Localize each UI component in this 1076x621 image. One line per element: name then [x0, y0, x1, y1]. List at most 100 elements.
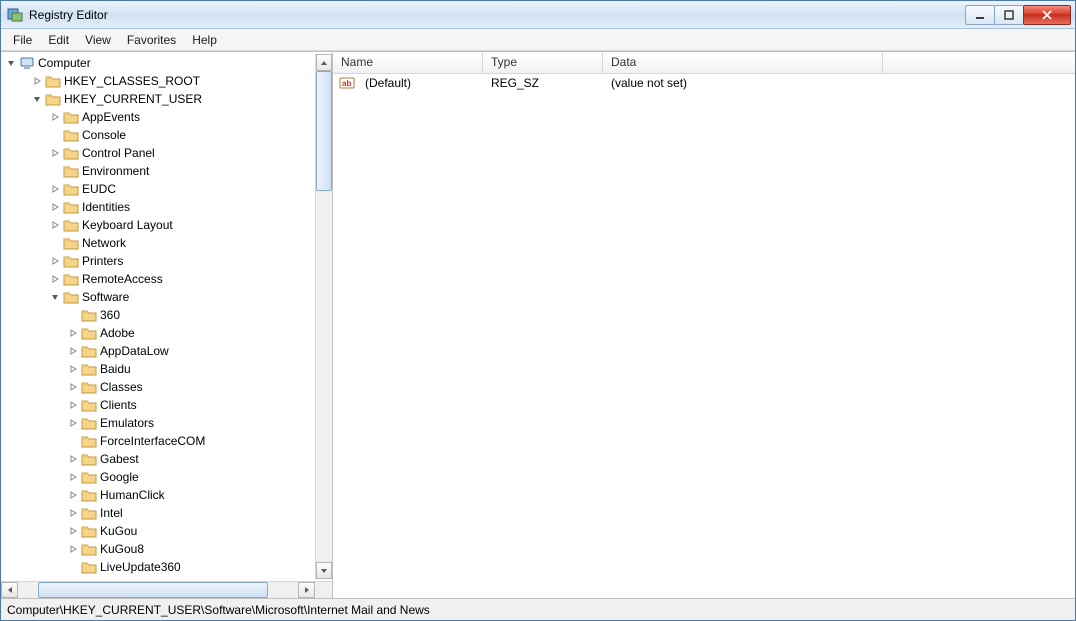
expander-closed-icon[interactable] — [67, 417, 79, 429]
tree-label: HKEY_CURRENT_USER — [64, 92, 202, 106]
menu-view[interactable]: View — [77, 31, 119, 49]
expander-open-icon[interactable] — [31, 93, 43, 105]
expander-closed-icon[interactable] — [67, 381, 79, 393]
tree-item[interactable]: Emulators — [1, 414, 315, 432]
folder-icon — [63, 235, 79, 251]
expander-closed-icon[interactable] — [67, 525, 79, 537]
tree-label: Keyboard Layout — [82, 218, 173, 232]
tree-label: Emulators — [100, 416, 154, 430]
tree-item[interactable]: Adobe — [1, 324, 315, 342]
hscroll-thumb[interactable] — [38, 582, 268, 598]
values-list[interactable]: ab (Default) REG_SZ (value not set) — [333, 74, 1075, 598]
value-data: (value not set) — [603, 76, 695, 90]
expander-closed-icon[interactable] — [67, 453, 79, 465]
window-controls — [965, 5, 1071, 25]
tree-item[interactable]: HKEY_CLASSES_ROOT — [1, 72, 315, 90]
column-header-name[interactable]: Name — [333, 52, 483, 73]
tree-item[interactable]: Intel — [1, 504, 315, 522]
folder-icon — [45, 91, 61, 107]
expander-closed-icon[interactable] — [49, 201, 61, 213]
expander-closed-icon[interactable] — [49, 183, 61, 195]
expander-closed-icon[interactable] — [67, 345, 79, 357]
tree-item[interactable]: Printers — [1, 252, 315, 270]
tree-label: ForceInterfaceCOM — [100, 434, 205, 448]
tree-item[interactable]: RemoteAccess — [1, 270, 315, 288]
tree-label: LiveUpdate360 — [100, 560, 181, 574]
menu-file[interactable]: File — [5, 31, 40, 49]
tree-item[interactable]: Environment — [1, 162, 315, 180]
titlebar[interactable]: Registry Editor — [1, 1, 1075, 29]
expander-closed-icon[interactable] — [49, 111, 61, 123]
expander-closed-icon[interactable] — [67, 327, 79, 339]
tree-item[interactable]: Gabest — [1, 450, 315, 468]
statusbar: Computer\HKEY_CURRENT_USER\Software\Micr… — [1, 598, 1075, 620]
expander-closed-icon[interactable] — [49, 273, 61, 285]
tree-item[interactable]: LiveUpdate360 — [1, 558, 315, 576]
expander-closed-icon[interactable] — [31, 75, 43, 87]
tree-label: Gabest — [100, 452, 139, 466]
tree-item[interactable]: Classes — [1, 378, 315, 396]
tree-item[interactable]: Keyboard Layout — [1, 216, 315, 234]
tree-item[interactable]: Network — [1, 234, 315, 252]
folder-icon — [81, 379, 97, 395]
column-header-blank[interactable] — [883, 52, 1075, 73]
tree-item[interactable]: Console — [1, 126, 315, 144]
expander-open-icon[interactable] — [5, 57, 17, 69]
expander-closed-icon[interactable] — [67, 471, 79, 483]
tree-item[interactable]: AppEvents — [1, 108, 315, 126]
minimize-button[interactable] — [965, 5, 995, 25]
tree-horizontal-scrollbar[interactable] — [1, 581, 332, 598]
maximize-button[interactable] — [994, 5, 1024, 25]
tree-item[interactable]: Identities — [1, 198, 315, 216]
menu-help[interactable]: Help — [184, 31, 225, 49]
close-button[interactable] — [1023, 5, 1071, 25]
column-header-data[interactable]: Data — [603, 52, 883, 73]
list-item[interactable]: ab (Default) REG_SZ (value not set) — [333, 74, 1075, 92]
folder-icon — [63, 181, 79, 197]
computer-icon — [19, 55, 35, 71]
scroll-right-arrow-icon[interactable] — [298, 582, 315, 598]
scroll-down-arrow-icon[interactable] — [316, 562, 332, 579]
expander-closed-icon[interactable] — [49, 147, 61, 159]
tree-item[interactable]: KuGou — [1, 522, 315, 540]
tree-item[interactable]: KuGou8 — [1, 540, 315, 558]
folder-icon — [81, 505, 97, 521]
window-title: Registry Editor — [29, 8, 965, 22]
tree-item[interactable]: Google — [1, 468, 315, 486]
tree-item[interactable]: AppDataLow — [1, 342, 315, 360]
tree-item[interactable]: Baidu — [1, 360, 315, 378]
tree-root[interactable]: Computer — [1, 54, 315, 72]
expander-closed-icon[interactable] — [67, 489, 79, 501]
tree-label: Software — [82, 290, 129, 304]
tree-item[interactable]: ForceInterfaceCOM — [1, 432, 315, 450]
tree-item[interactable]: HumanClick — [1, 486, 315, 504]
scroll-left-arrow-icon[interactable] — [1, 582, 18, 598]
tree-label: Google — [100, 470, 139, 484]
tree-view[interactable]: ComputerHKEY_CLASSES_ROOT HKEY_CURRENT_US… — [1, 52, 332, 581]
scroll-thumb[interactable] — [316, 71, 332, 191]
expander-open-icon[interactable] — [49, 291, 61, 303]
tree-item[interactable]: EUDC — [1, 180, 315, 198]
menu-favorites[interactable]: Favorites — [119, 31, 184, 49]
values-pane: Name Type Data ab (Default) REG_SZ (valu… — [333, 52, 1075, 598]
menu-edit[interactable]: Edit — [40, 31, 77, 49]
tree-item[interactable]: HKEY_CURRENT_USER — [1, 90, 315, 108]
tree-item[interactable]: 360 — [1, 306, 315, 324]
expander-closed-icon[interactable] — [49, 255, 61, 267]
expander-closed-icon[interactable] — [67, 507, 79, 519]
hscroll-track[interactable] — [18, 582, 298, 598]
tree-item[interactable]: Control Panel — [1, 144, 315, 162]
expander-closed-icon[interactable] — [67, 399, 79, 411]
tree-item[interactable]: Software — [1, 288, 315, 306]
tree-label: Identities — [82, 200, 130, 214]
expander-closed-icon[interactable] — [67, 543, 79, 555]
expander-closed-icon[interactable] — [67, 363, 79, 375]
scroll-track[interactable] — [316, 71, 332, 562]
expander-closed-icon[interactable] — [49, 219, 61, 231]
tree-vertical-scrollbar[interactable] — [315, 54, 332, 579]
folder-icon — [63, 253, 79, 269]
column-header-type[interactable]: Type — [483, 52, 603, 73]
tree-label: Printers — [82, 254, 123, 268]
scroll-up-arrow-icon[interactable] — [316, 54, 332, 71]
tree-item[interactable]: Clients — [1, 396, 315, 414]
